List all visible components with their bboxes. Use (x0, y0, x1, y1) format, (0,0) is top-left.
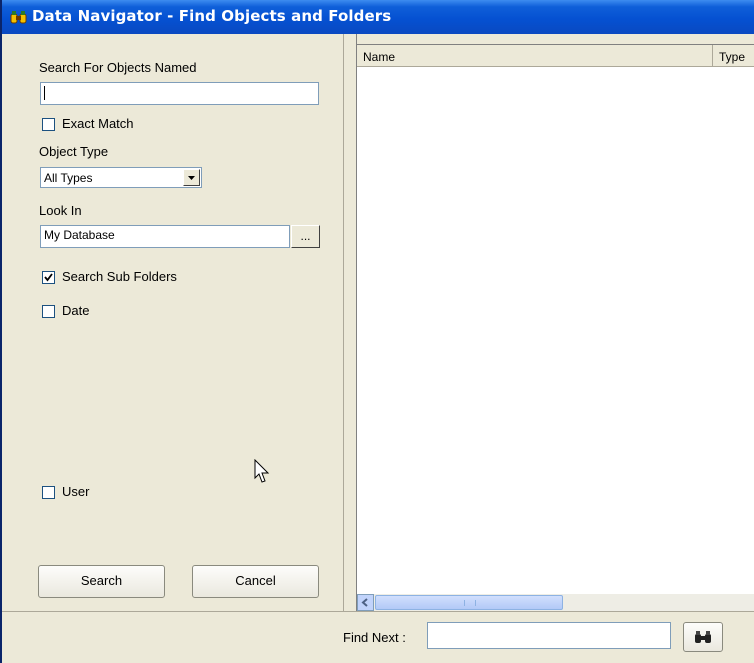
find-next-label: Find Next : (343, 630, 406, 645)
horizontal-scrollbar[interactable] (357, 594, 754, 611)
exact-match-checkbox[interactable] (42, 118, 55, 131)
browse-button[interactable]: ... (291, 225, 320, 248)
results-list[interactable]: Name Type (357, 44, 754, 612)
title-bar[interactable]: Data Navigator - Find Objects and Folder… (2, 0, 754, 34)
column-header-name[interactable]: Name (357, 45, 713, 67)
exact-match-label: Exact Match (62, 116, 134, 131)
object-type-select[interactable]: All Types (40, 167, 202, 188)
look-in-input[interactable]: My Database (40, 225, 290, 248)
search-name-label: Search For Objects Named (39, 60, 197, 75)
find-next-input[interactable] (427, 622, 671, 649)
binoculars-icon (10, 9, 28, 26)
user-label: User (62, 484, 90, 499)
grip-icon (464, 600, 476, 606)
date-checkbox[interactable] (42, 305, 55, 318)
find-next-button[interactable] (683, 622, 723, 652)
scroll-left-button[interactable] (357, 594, 374, 611)
pane-splitter[interactable] (343, 34, 357, 611)
date-label: Date (62, 303, 90, 318)
column-header-type[interactable]: Type (713, 45, 754, 67)
search-sub-folders-label: Search Sub Folders (62, 269, 177, 284)
chevron-down-icon[interactable] (183, 169, 200, 186)
search-button[interactable]: Search (38, 565, 165, 598)
look-in-value: My Database (44, 228, 115, 242)
window-title: Data Navigator - Find Objects and Folder… (32, 7, 392, 25)
scrollbar-thumb[interactable] (375, 595, 563, 610)
search-name-input[interactable] (40, 82, 319, 105)
search-sub-folders-checkbox[interactable] (42, 271, 55, 284)
find-next-bar: Find Next : (2, 611, 754, 663)
object-type-label: Object Type (39, 144, 109, 159)
text-caret (44, 85, 45, 100)
search-criteria-panel: Search For Objects Named Exact Match Obj… (2, 34, 343, 611)
look-in-label: Look In (39, 203, 82, 218)
find-objects-window: Data Navigator - Find Objects and Folder… (0, 0, 754, 663)
chevron-left-icon (361, 598, 368, 607)
cancel-button[interactable]: Cancel (192, 565, 319, 598)
binoculars-icon (695, 631, 711, 643)
user-checkbox[interactable] (42, 486, 55, 499)
object-type-value: All Types (44, 171, 93, 185)
mouse-pointer-icon (254, 459, 270, 483)
